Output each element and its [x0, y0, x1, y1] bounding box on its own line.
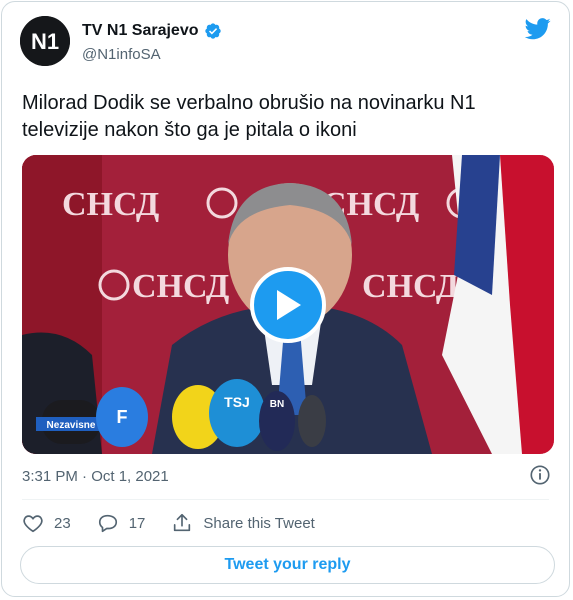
twitter-bird-icon[interactable]	[525, 18, 551, 40]
like-button[interactable]: 23	[22, 512, 71, 534]
mic-label: BN	[270, 399, 284, 410]
backdrop-logo-text: СНСД	[362, 268, 459, 305]
video-media[interactable]: СНСД СНСД СНСД СНСД Nezavisne F TSJ BN	[22, 155, 554, 454]
backdrop-logo-text: СНСД	[132, 268, 229, 305]
verified-badge-icon	[204, 23, 221, 39]
mic-label: Nezavisne	[47, 420, 96, 431]
reply-count: 17	[128, 514, 146, 532]
reply-count-button[interactable]: 17	[97, 512, 146, 534]
mic-label: F	[117, 407, 128, 427]
tweet-text: Milorad Dodik se verbalno obrušio na nov…	[22, 92, 476, 141]
backdrop-logo-text: СНСД	[62, 186, 159, 223]
reply-button-label: Tweet your reply	[224, 556, 351, 573]
tweet-timestamp[interactable]: 3:31 PM · Oct 1, 2021	[22, 468, 169, 485]
tweet-card: N1 TV N1 Sarajevo @N1infoSA Milorad Dodi…	[1, 1, 570, 597]
avatar-logo-text: N1	[31, 29, 59, 54]
like-count: 23	[54, 514, 71, 532]
avatar[interactable]: N1	[20, 16, 70, 66]
share-button[interactable]: Share this Tweet	[171, 512, 315, 534]
tweet-your-reply-button[interactable]: Tweet your reply	[20, 546, 555, 584]
reply-icon	[98, 514, 117, 533]
author-display-name[interactable]: TV N1 Sarajevo	[82, 22, 199, 40]
info-icon[interactable]	[529, 464, 551, 486]
author-handle[interactable]: @N1infoSA	[82, 46, 161, 63]
share-label: Share this Tweet	[203, 514, 315, 532]
heart-icon	[23, 515, 43, 533]
mic-label: TSJ	[224, 394, 250, 410]
play-icon	[277, 290, 301, 320]
divider	[22, 499, 549, 500]
share-icon	[174, 513, 191, 532]
play-button[interactable]	[250, 267, 326, 343]
